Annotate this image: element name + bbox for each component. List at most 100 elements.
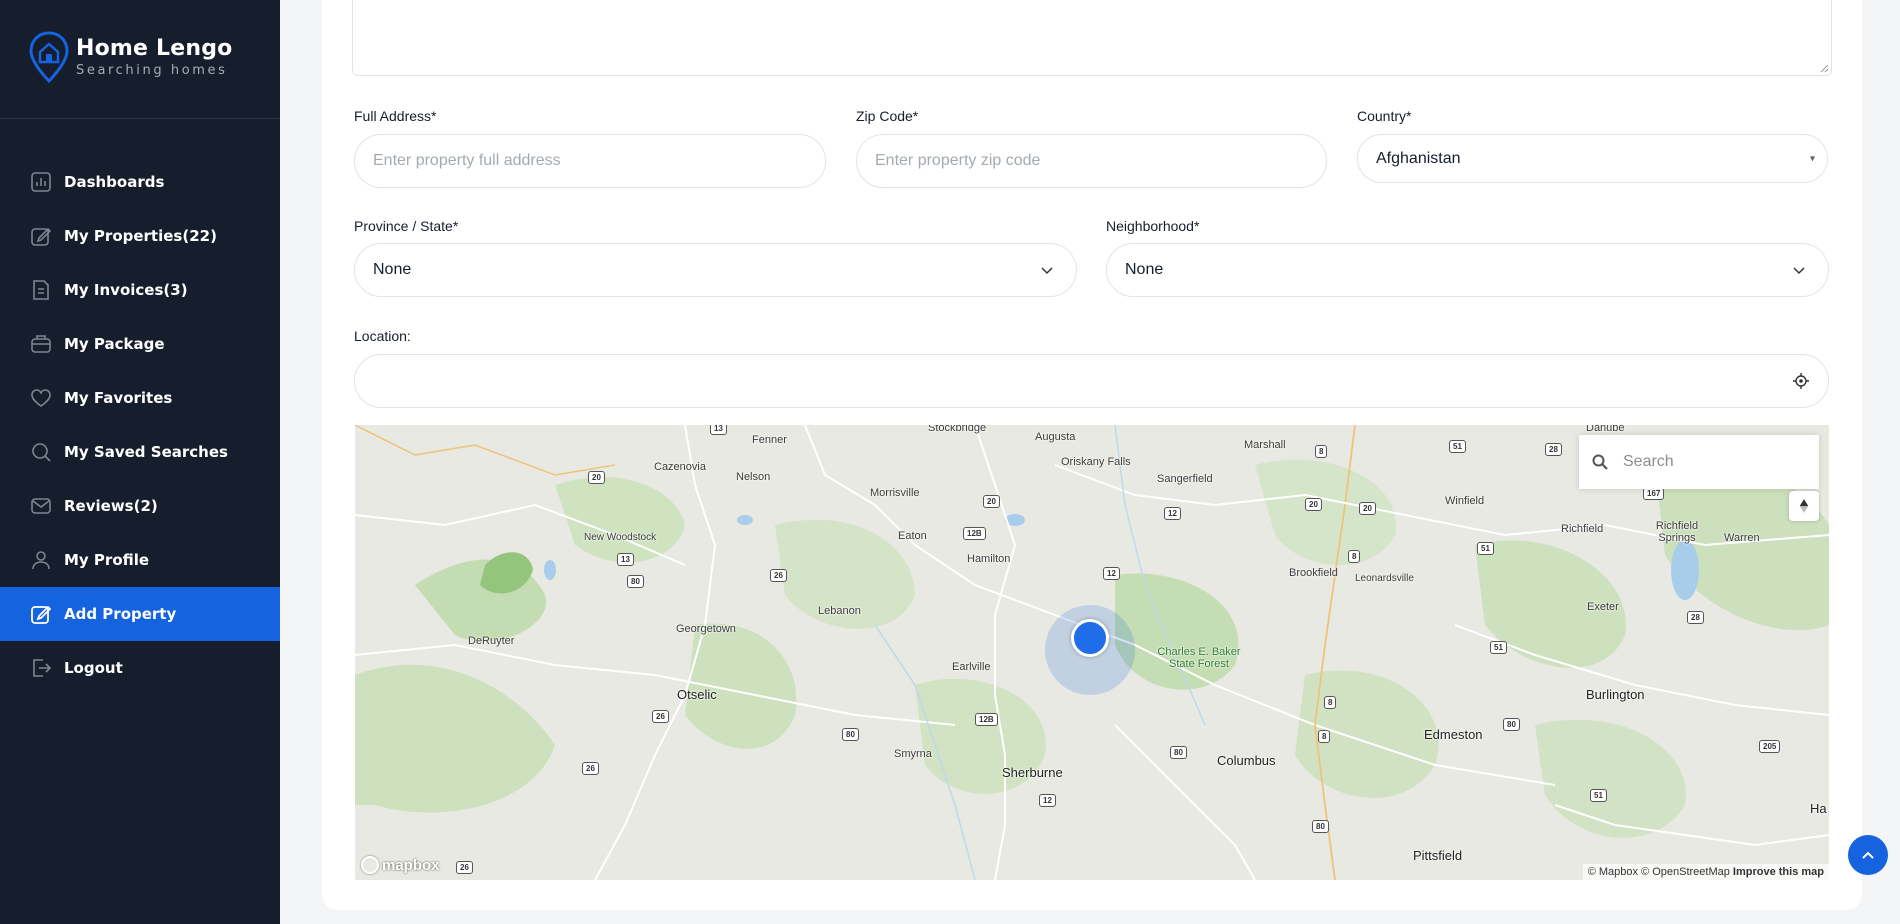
- map-place-label: Danube: [1586, 425, 1625, 434]
- sidebar-item-my-profile[interactable]: My Profile: [0, 533, 280, 587]
- mapbox-logo-text: mapbox: [382, 856, 440, 874]
- route-shield: 80: [1503, 718, 1520, 731]
- package-icon: [30, 333, 52, 355]
- sidebar-menu: Dashboards My Properties(22) My Invoices…: [0, 155, 280, 695]
- sidebar-item-label: Add Property: [64, 605, 177, 623]
- route-shield: 80: [1170, 746, 1187, 759]
- route-shield: 51: [1449, 440, 1466, 453]
- map-place-label: Stockbridge: [928, 425, 987, 434]
- sidebar-item-label: My Saved Searches: [64, 443, 228, 461]
- neighborhood-select[interactable]: None: [1106, 243, 1829, 297]
- user-icon: [30, 549, 52, 571]
- sidebar-item-label: My Properties(22): [64, 227, 217, 245]
- route-shield: 8: [1315, 445, 1328, 458]
- sidebar-item-my-favorites[interactable]: My Favorites: [0, 371, 280, 425]
- map-place-label: Eaton: [898, 530, 927, 542]
- invoice-icon: [30, 279, 52, 301]
- route-shield: 51: [1477, 542, 1494, 555]
- sidebar-item-my-package[interactable]: My Package: [0, 317, 280, 371]
- house-pin-icon: [29, 31, 69, 84]
- map-place-label: Sherburne: [1002, 765, 1063, 780]
- map-place-label: Richfield: [1561, 523, 1604, 535]
- logout-icon: [30, 657, 52, 679]
- zip-code-input[interactable]: Enter property zip code: [856, 134, 1327, 188]
- sidebar-item-my-properties[interactable]: My Properties(22): [0, 209, 280, 263]
- location-label: Location:: [354, 328, 411, 344]
- sidebar-item-label: My Invoices(3): [64, 281, 188, 299]
- route-shield: 51: [1490, 641, 1507, 654]
- map-place-label: Charles E. Baker State Forest: [1157, 646, 1241, 670]
- map-place-label: Burlington: [1586, 687, 1645, 702]
- route-shield: 51: [1590, 789, 1607, 802]
- edit-icon: [30, 603, 52, 625]
- sidebar: Home Lengo Searching homes Dashboards My…: [0, 0, 280, 924]
- brand-logo[interactable]: Home Lengo Searching homes: [28, 30, 233, 84]
- sidebar-item-my-invoices[interactable]: My Invoices(3): [0, 263, 280, 317]
- route-shield: 20: [983, 495, 1000, 508]
- mail-icon: [30, 495, 52, 517]
- sidebar-item-label: My Package: [64, 335, 165, 353]
- map-place-label: Columbus: [1217, 753, 1276, 768]
- country-label: Country*: [1357, 108, 1412, 124]
- heart-icon: [30, 387, 52, 409]
- location-input[interactable]: [354, 354, 1829, 408]
- full-address-label: Full Address*: [354, 108, 437, 124]
- full-address-placeholder: Enter property full address: [373, 152, 561, 169]
- description-textarea[interactable]: [352, 0, 1832, 76]
- location-map[interactable]: Stockbridge Augusta Fenner Oriskany Fall…: [355, 425, 1829, 880]
- sidebar-item-label: Reviews(2): [64, 497, 158, 515]
- locate-icon[interactable]: [1792, 372, 1810, 390]
- sidebar-item-label: My Favorites: [64, 389, 173, 407]
- route-shield: 26: [770, 569, 787, 582]
- map-place-label: Oriskany Falls: [1061, 456, 1131, 468]
- zip-code-placeholder: Enter property zip code: [875, 152, 1041, 169]
- route-shield: 26: [582, 762, 599, 775]
- chevron-down-icon: [1041, 267, 1053, 275]
- sidebar-item-my-saved-searches[interactable]: My Saved Searches: [0, 425, 280, 479]
- map-place-label: Exeter: [1587, 601, 1619, 613]
- scroll-to-top-button[interactable]: [1848, 835, 1888, 875]
- route-shield: 26: [456, 861, 473, 874]
- map-place-label: Smyrna: [894, 748, 932, 760]
- map-place-label: Fenner: [752, 434, 787, 446]
- map-place-label: Cazenovia: [654, 461, 706, 473]
- map-place-label: Brookfield: [1289, 567, 1338, 579]
- location-marker[interactable]: [1071, 619, 1109, 657]
- map-place-label: Morrisville: [870, 487, 920, 499]
- dashboard-icon: [30, 171, 52, 193]
- sidebar-item-add-property[interactable]: Add Property: [0, 587, 280, 641]
- map-place-label: Marshall: [1244, 439, 1286, 451]
- sidebar-item-label: Dashboards: [64, 173, 165, 191]
- brand-title: Home Lengo: [76, 36, 233, 61]
- route-shield: 12B: [963, 527, 986, 540]
- mapbox-logo-icon: [361, 856, 379, 874]
- sidebar-item-dashboards[interactable]: Dashboards: [0, 155, 280, 209]
- map-place-label: Warren: [1724, 532, 1760, 544]
- zip-code-label: Zip Code*: [856, 108, 919, 124]
- full-address-input[interactable]: Enter property full address: [354, 134, 826, 188]
- sidebar-item-logout[interactable]: Logout: [0, 641, 280, 695]
- sidebar-item-label: Logout: [64, 659, 123, 677]
- map-place-label: Edmeston: [1424, 727, 1483, 742]
- dropdown-caret-icon: ▾: [1809, 153, 1815, 164]
- sidebar-item-reviews[interactable]: Reviews(2): [0, 479, 280, 533]
- map-place-label: Earlville: [952, 661, 991, 673]
- map-search-placeholder: Search: [1623, 453, 1674, 470]
- attribution-text[interactable]: © Mapbox © OpenStreetMap: [1588, 866, 1730, 878]
- sidebar-item-label: My Profile: [64, 551, 150, 569]
- map-place-label: Augusta: [1035, 431, 1076, 443]
- map-place-label: DeRuyter: [468, 635, 515, 647]
- improve-map-link[interactable]: Improve this map: [1733, 866, 1824, 878]
- route-shield: 20: [1359, 502, 1376, 515]
- compass-button[interactable]: [1789, 491, 1819, 521]
- chevron-up-icon: [1862, 851, 1874, 859]
- country-select[interactable]: Afghanistan ▾: [1357, 134, 1828, 183]
- route-shield: 12: [1039, 794, 1056, 807]
- route-shield: 80: [1312, 820, 1329, 833]
- sidebar-divider: [0, 118, 280, 119]
- map-search-box[interactable]: Search: [1579, 435, 1819, 489]
- resize-grip-icon[interactable]: [1820, 64, 1829, 73]
- province-select[interactable]: None: [354, 243, 1077, 297]
- mapbox-logo[interactable]: mapbox: [361, 856, 440, 874]
- search-icon: [30, 441, 52, 463]
